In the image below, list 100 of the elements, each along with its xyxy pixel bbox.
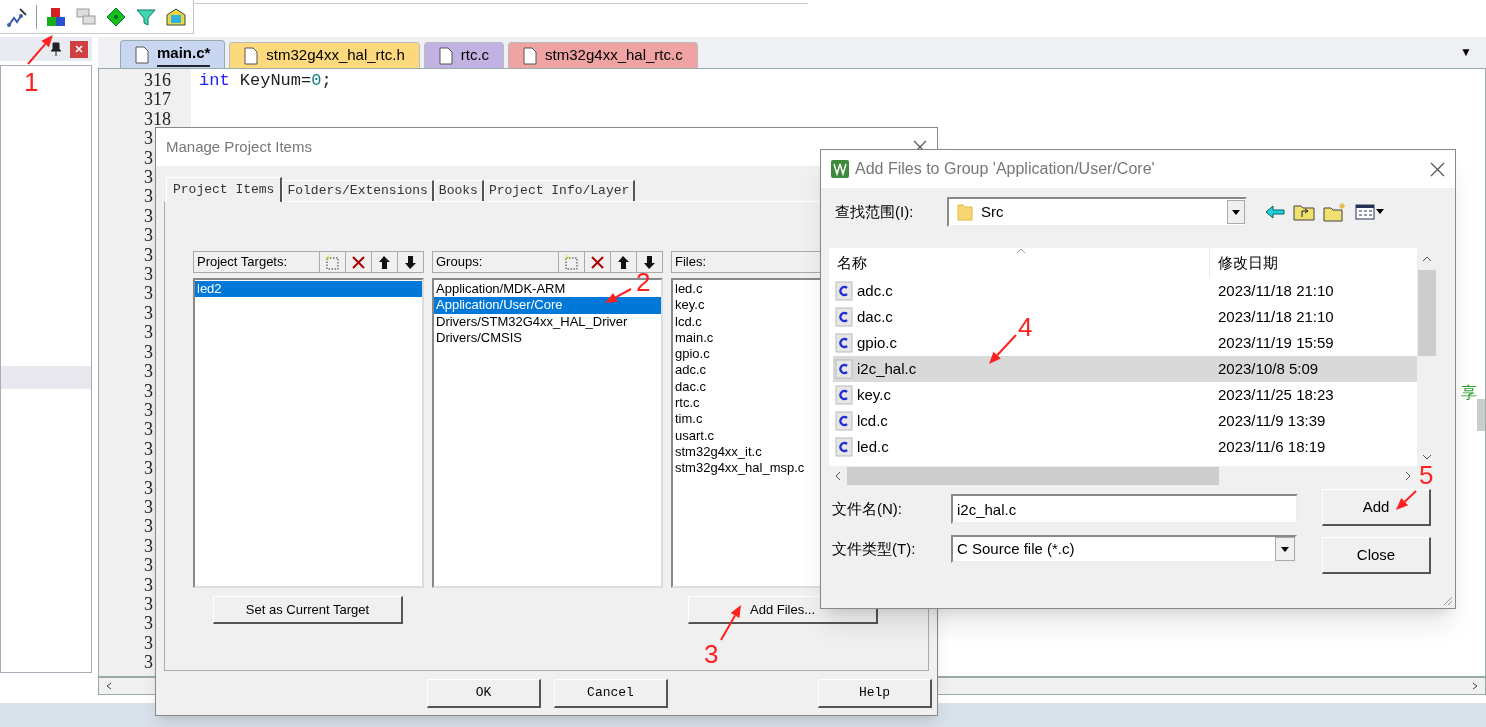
editor-tab[interactable]: main.c* (120, 40, 226, 68)
pin-icon[interactable] (50, 42, 62, 56)
line-number: 3 (144, 323, 153, 343)
dialog-button[interactable]: Add (1322, 489, 1431, 526)
line-number: 3 (144, 653, 153, 673)
blocks-icon[interactable] (45, 6, 67, 27)
dialog-title: Add Files to Group 'Application/User/Core' (855, 159, 1155, 179)
file-name: i2c_hal.c (857, 358, 917, 379)
diamond-icon[interactable] (105, 6, 127, 27)
dropdown-icon (1281, 546, 1289, 552)
sort-icon (1016, 248, 1026, 254)
dialog-button[interactable]: Help (818, 679, 932, 708)
folder-icon (957, 203, 973, 221)
close-button[interactable] (70, 40, 88, 58)
line-number: 3 (144, 381, 153, 401)
line-number: 3 (144, 497, 153, 518)
header-label: Project Targets: (197, 253, 288, 272)
list-item[interactable]: Application/User/Core (434, 297, 661, 314)
move-down-icon (641, 253, 658, 271)
scroll-left-icon[interactable] (835, 471, 841, 481)
scroll-right-icon[interactable] (1405, 471, 1411, 481)
scrollbar-thumb[interactable] (1477, 399, 1485, 431)
resize-grip-icon[interactable] (1441, 594, 1453, 606)
line-number: 3 (144, 575, 153, 595)
close-icon (75, 45, 83, 53)
file-row[interactable]: i2c_hal.c 2023/10/8 5:09 (833, 356, 1417, 382)
code-line: int KeyNum=0; (199, 71, 332, 91)
line-number: 3 (144, 284, 153, 304)
file-icon (523, 46, 538, 65)
scrollbar-thumb[interactable] (847, 467, 1219, 485)
file-icon (135, 45, 149, 64)
file-date: 2023/11/9 13:39 (1217, 410, 1326, 431)
column-header[interactable]: 修改日期 (1210, 248, 1417, 278)
step-number: 5 (1419, 461, 1434, 489)
line-number: 3 (144, 148, 153, 169)
file-name: key.c (857, 384, 891, 405)
file-name: led.c (857, 436, 889, 457)
dropdown-icon (1232, 209, 1240, 215)
line-number: 3 (144, 478, 153, 498)
scroll-up-icon[interactable] (1422, 256, 1432, 262)
delete-icon (589, 253, 606, 271)
look-in-dropdown[interactable]: Src (947, 197, 1247, 227)
file-date: 2023/11/6 18:19 (1217, 436, 1326, 457)
line-number: 3 (144, 187, 153, 207)
editor-tab[interactable]: stm32g4xx_hal_rtc.c (508, 42, 698, 68)
editor-tab[interactable]: stm32g4xx_hal_rtc.h (229, 42, 420, 68)
line-number: 318 (144, 109, 171, 130)
line-number: 3 (144, 614, 153, 634)
editor-tab[interactable]: rtc.c (423, 42, 505, 68)
line-number: 3 (144, 265, 153, 285)
new-folder-icon[interactable] (1323, 202, 1347, 222)
back-icon[interactable] (1265, 204, 1285, 220)
dialog-button[interactable]: Close (1322, 537, 1431, 574)
move-up-icon (376, 253, 393, 271)
scroll-right-icon[interactable] (1472, 682, 1478, 690)
line-number: 3 (144, 400, 153, 421)
comment-text: 享 (1461, 383, 1477, 403)
line-number: 3 (144, 633, 153, 654)
line-number: 316 (144, 71, 171, 91)
c-file-icon (835, 411, 853, 431)
close-icon[interactable] (1430, 161, 1445, 177)
c-file-icon (835, 333, 853, 353)
line-number: 3 (144, 420, 153, 440)
file-date: 2023/10/8 5:09 (1217, 358, 1319, 379)
set-target-button[interactable]: Set as Current Target (213, 596, 403, 624)
funnel-icon[interactable] (135, 6, 157, 27)
dialog-tab[interactable]: Folders/Extensions (282, 180, 434, 202)
dialog-button[interactable]: OK (427, 679, 541, 708)
view-menu-icon[interactable] (1355, 204, 1385, 220)
line-number: 3 (144, 129, 153, 149)
c-file-icon (835, 281, 853, 301)
dialog-button[interactable]: Cancel (554, 679, 668, 708)
dialog-tab[interactable]: Project Items (166, 177, 283, 202)
list-item[interactable]: led2 (195, 281, 422, 298)
c-file-icon (835, 359, 853, 379)
line-number: 3 (144, 594, 153, 615)
dialog-tab[interactable]: Books (433, 180, 484, 202)
line-number: 3 (144, 245, 153, 266)
app-icon (831, 160, 849, 178)
file-name-field[interactable]: i2c_hal.c (951, 494, 1298, 524)
file-name: lcd.c (857, 410, 888, 431)
file-name: gpio.c (857, 332, 898, 353)
scroll-left-icon[interactable] (106, 682, 112, 690)
dialog-title: Manage Project Items (166, 136, 312, 157)
file-name: adc.c (857, 280, 893, 301)
folder-up-icon[interactable] (1293, 203, 1315, 221)
file-icon (244, 46, 259, 65)
file-icon (438, 46, 453, 65)
scrollbar-thumb[interactable] (1418, 270, 1436, 356)
scroll-down-icon[interactable] (1422, 454, 1432, 460)
step-number: 3 (704, 640, 719, 668)
tab-menu-arrow[interactable]: ▼ (1460, 43, 1472, 61)
file-type-dropdown[interactable]: C Source file (*.c) (951, 535, 1297, 563)
delete-icon (350, 253, 367, 271)
move-up-icon (615, 253, 632, 271)
pointer-arrow (989, 334, 1017, 364)
dialog-tab[interactable]: Project Info/Layer (483, 180, 636, 202)
line-number: 3 (144, 342, 153, 363)
line-number: 3 (144, 226, 153, 246)
file-date: 2023/11/25 18:23 (1217, 384, 1334, 405)
